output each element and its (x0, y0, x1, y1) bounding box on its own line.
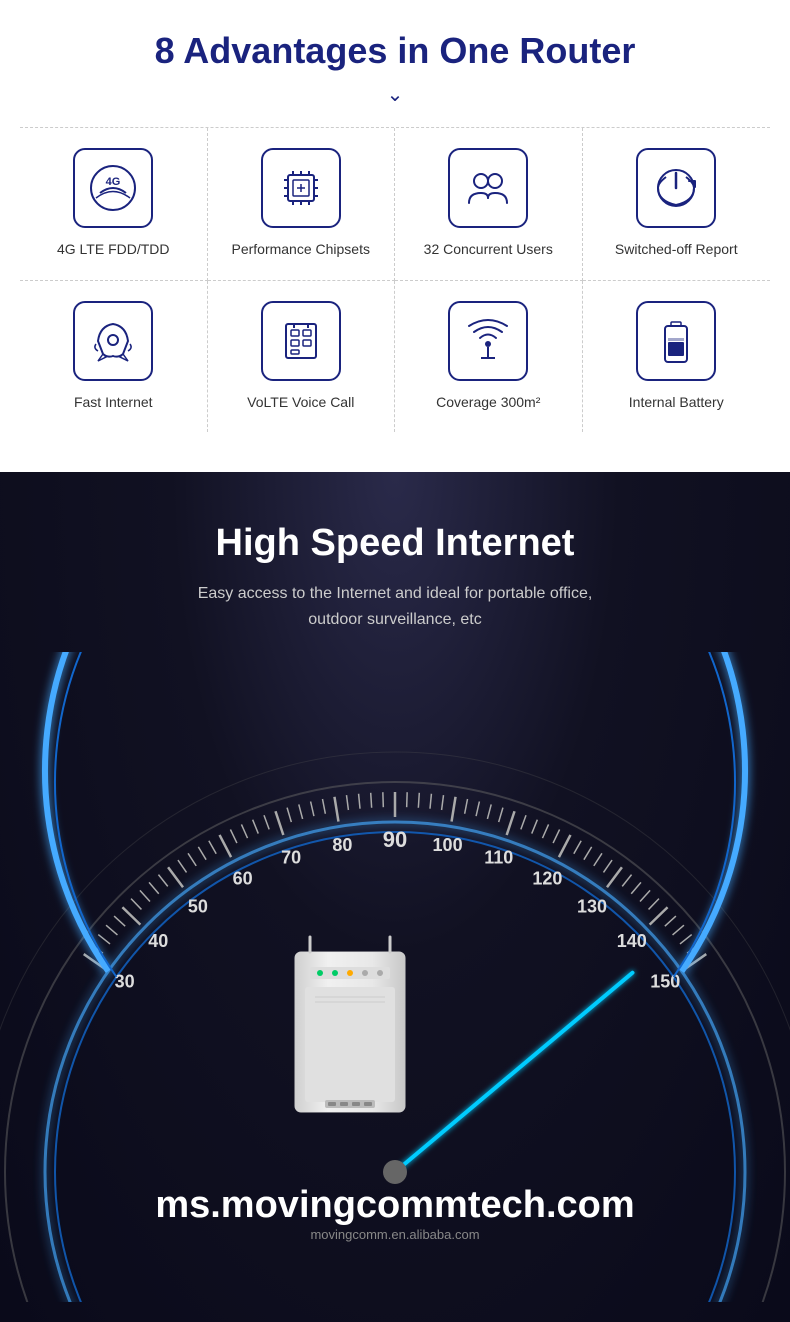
4g-lte-icon-box: 4G (73, 148, 153, 228)
phone-icon (276, 316, 326, 366)
router-device (280, 932, 420, 1137)
users-icon (463, 163, 513, 213)
advantage-label-4g-lte: 4G LTE FDD/TDD (57, 240, 170, 260)
router-svg (280, 932, 420, 1132)
advantage-label-volte: VoLTE Voice Call (247, 393, 354, 413)
advantage-item-rocket: Fast Internet (20, 281, 208, 433)
rocket-icon-box (73, 301, 153, 381)
domain-container: ms.movingcommtech.com movingcomm.en.alib… (0, 1184, 790, 1242)
advantage-label-users: 32 Concurrent Users (424, 240, 553, 260)
speed-content: High Speed Internet Easy access to the I… (198, 472, 593, 632)
svg-text:80: 80 (332, 836, 352, 856)
svg-text:70: 70 (281, 848, 301, 868)
svg-text:30: 30 (115, 972, 135, 992)
speed-section: High Speed Internet Easy access to the I… (0, 472, 790, 1322)
wifi-icon (463, 316, 513, 366)
battery-icon (651, 316, 701, 366)
advantages-grid: 4G 4G LTE FDD/TDD (20, 127, 770, 432)
svg-text:120: 120 (532, 869, 562, 889)
svg-text:90: 90 (383, 827, 407, 852)
coverage-icon-box (448, 301, 528, 381)
advantage-item-users: 32 Concurrent Users (395, 128, 583, 281)
advantage-item-battery: Internal Battery (583, 281, 771, 433)
chip-icon (276, 163, 326, 213)
advantages-section: 8 Advantages in One Router ⌄ 4G 4G LTE F… (0, 0, 790, 472)
speed-title: High Speed Internet (198, 522, 593, 565)
advantage-item-4g-lte: 4G 4G LTE FDD/TDD (20, 128, 208, 281)
svg-text:40: 40 (148, 931, 168, 951)
4g-icon: 4G (88, 163, 138, 213)
advantage-label-battery: Internal Battery (629, 393, 724, 413)
speedometer-container: 30405060708090100110120130140150 (0, 652, 790, 1302)
power-icon (651, 163, 701, 213)
svg-text:110: 110 (484, 848, 513, 868)
advantage-item-power: Switched-off Report (583, 128, 771, 281)
domain-text: ms.movingcommtech.com (0, 1184, 790, 1227)
svg-text:130: 130 (577, 897, 607, 917)
svg-text:60: 60 (233, 869, 253, 889)
chevron-down-icon: ⌄ (20, 82, 770, 107)
svg-text:100: 100 (433, 836, 463, 856)
advantage-label-power: Switched-off Report (615, 240, 738, 260)
advantage-item-chipset: Performance Chipsets (208, 128, 396, 281)
advantage-item-coverage: Coverage 300m² (395, 281, 583, 433)
users-icon-box (448, 148, 528, 228)
advantages-title: 8 Advantages in One Router (20, 30, 770, 72)
svg-text:50: 50 (188, 897, 208, 917)
battery-icon-box (636, 301, 716, 381)
power-icon-box (636, 148, 716, 228)
advantage-label-coverage: Coverage 300m² (436, 393, 540, 413)
svg-text:140: 140 (617, 931, 647, 951)
speed-subtitle: Easy access to the Internet and ideal fo… (198, 581, 593, 632)
svg-text:4G: 4G (106, 176, 121, 188)
rocket-icon (88, 316, 138, 366)
advantage-label-chipset: Performance Chipsets (231, 240, 370, 260)
domain-subtext: movingcomm.en.alibaba.com (0, 1227, 790, 1242)
chipset-icon-box (261, 148, 341, 228)
volte-icon-box (261, 301, 341, 381)
advantage-label-rocket: Fast Internet (74, 393, 153, 413)
advantage-item-volte: VoLTE Voice Call (208, 281, 396, 433)
